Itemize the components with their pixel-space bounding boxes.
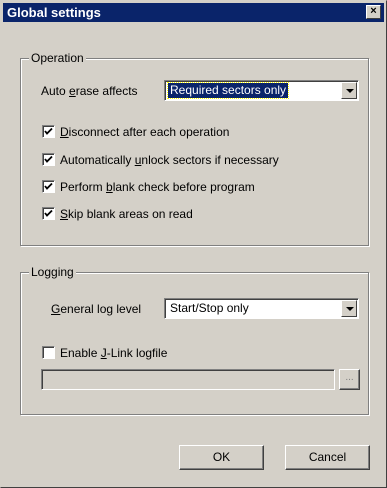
log-level-select[interactable]: Start/Stop only: [164, 298, 359, 319]
check-icon: [44, 209, 53, 217]
checkbox-box[interactable]: [42, 207, 55, 220]
close-button[interactable]: ×: [366, 5, 381, 19]
auto-erase-selected-value: Required sectors only: [166, 82, 290, 99]
chevron-down-icon[interactable]: [341, 300, 357, 317]
checkbox-label: Enable J-Link logfile: [60, 346, 168, 360]
logfile-path-input[interactable]: [41, 369, 335, 390]
check-icon: [44, 182, 53, 190]
log-level-selected-value: Start/Stop only: [170, 301, 249, 315]
logging-group: Logging General log level Start/Stop onl…: [20, 265, 369, 415]
chevron-down-icon[interactable]: [341, 82, 357, 99]
checkbox-box[interactable]: [42, 153, 55, 166]
cancel-button[interactable]: Cancel: [285, 445, 370, 470]
checkbox-label: Automatically unlock sectors if necessar…: [60, 153, 279, 167]
check-icon: [44, 127, 53, 135]
title-bar[interactable]: Global settings ×: [3, 3, 384, 22]
check-icon: [44, 155, 53, 163]
close-icon: ×: [370, 5, 377, 17]
checkbox-label: Skip blank areas on read: [60, 207, 193, 221]
auto-erase-select[interactable]: Required sectors only: [164, 80, 359, 101]
browse-logfile-button[interactable]: ...: [339, 369, 360, 390]
logging-group-label: Logging: [29, 265, 76, 279]
checkbox-box[interactable]: [42, 346, 55, 359]
auto-erase-label: Auto erase affects: [41, 84, 138, 98]
operation-group: Operation Auto erase affects Required se…: [20, 51, 369, 246]
window-title: Global settings: [7, 5, 101, 20]
global-settings-dialog: Global settings × Operation Auto erase a…: [0, 0, 387, 488]
checkbox-label: Disconnect after each operation: [60, 125, 230, 139]
checkbox-label: Perform blank check before program: [60, 180, 255, 194]
operation-group-label: Operation: [29, 51, 86, 65]
checkbox-box[interactable]: [42, 180, 55, 193]
checkbox-box[interactable]: [42, 125, 55, 138]
ok-button[interactable]: OK: [179, 445, 264, 470]
log-level-label: General log level: [51, 302, 142, 316]
